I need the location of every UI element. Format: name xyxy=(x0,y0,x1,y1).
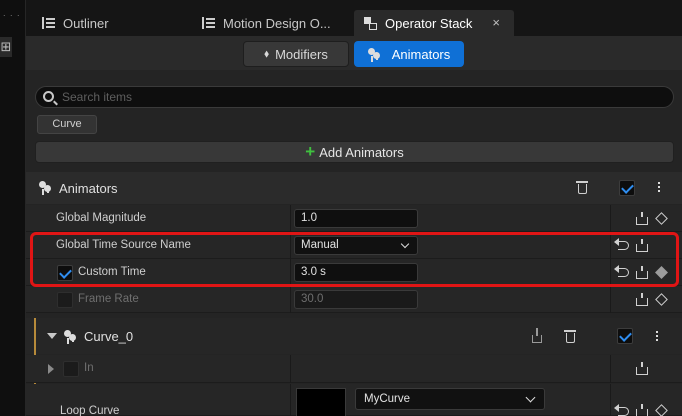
more-options-icon[interactable] xyxy=(656,331,658,333)
loop-curve-label: Loop Curve xyxy=(60,405,120,416)
add-animators-button[interactable]: + Add Animators xyxy=(35,141,674,163)
close-tab-icon[interactable]: × xyxy=(492,15,500,30)
keyframe-add-icon[interactable] xyxy=(636,212,648,225)
expand-arrow-icon[interactable] xyxy=(48,364,54,374)
frame-rate-checkbox[interactable] xyxy=(57,292,73,308)
animator-icon xyxy=(367,47,386,62)
delete-icon[interactable] xyxy=(564,330,576,343)
modifiers-label: Modifiers xyxy=(275,46,328,62)
tab-outliner[interactable]: Outliner xyxy=(32,10,182,36)
outliner-icon xyxy=(42,17,55,29)
grid-icon[interactable]: ⊞ xyxy=(0,37,12,57)
modifiers-button[interactable]: ⬧ Modifiers xyxy=(243,41,349,67)
in-label: In xyxy=(84,362,94,374)
more-options-icon[interactable] xyxy=(658,182,660,184)
frame-rate-field[interactable]: 30.0 xyxy=(294,290,418,309)
animator-icon xyxy=(64,329,82,344)
highlight-box xyxy=(30,232,679,287)
keyframe-diamond-icon[interactable] xyxy=(655,212,668,225)
operator-stack-icon xyxy=(364,17,377,30)
keyframe-diamond-icon[interactable] xyxy=(655,293,668,306)
frame-rate-label: Frame Rate xyxy=(78,293,139,305)
curve-asset-dropdown[interactable]: MyCurve xyxy=(355,388,545,410)
curve-section-title: Curve_0 xyxy=(84,329,134,344)
tab-outliner-label: Outliner xyxy=(63,15,109,31)
reset-to-default-icon[interactable] xyxy=(614,404,629,416)
animators-enabled-checkbox[interactable] xyxy=(619,180,635,196)
curve-enabled-checkbox[interactable] xyxy=(617,328,633,344)
delete-icon[interactable] xyxy=(576,181,588,194)
property-row-loop-curve: Loop Curve xyxy=(26,384,682,416)
search-input[interactable] xyxy=(62,88,642,106)
keyframe-diamond-icon[interactable] xyxy=(655,404,668,416)
animators-button[interactable]: Animators xyxy=(354,41,464,67)
global-magnitude-field[interactable]: 1.0 xyxy=(294,209,418,228)
search-icon xyxy=(43,91,54,102)
keyframe-add-icon[interactable] xyxy=(636,362,648,375)
add-animators-label: Add Animators xyxy=(319,144,404,160)
curve-asset-value: MyCurve xyxy=(364,393,411,405)
animators-section-header[interactable]: Animators xyxy=(26,172,682,204)
global-magnitude-label: Global Magnitude xyxy=(56,212,147,224)
curve-thumbnail[interactable] xyxy=(296,388,346,416)
filter-chip-curve[interactable]: Curve xyxy=(37,115,97,134)
curve-section-header[interactable]: Curve_0 xyxy=(26,318,682,354)
animator-icon xyxy=(39,180,57,195)
more-dots-icon: . . . xyxy=(3,8,21,18)
keyframe-add-icon[interactable] xyxy=(636,404,648,416)
tab-operator-stack[interactable]: Operator Stack × xyxy=(354,10,514,36)
animators-section-title: Animators xyxy=(59,181,118,196)
property-row-in: In xyxy=(26,355,682,383)
chevron-down-icon xyxy=(525,392,536,403)
left-edge-strip: . . . ⊞ xyxy=(0,0,26,416)
search-box xyxy=(35,86,674,108)
export-icon[interactable] xyxy=(532,328,542,343)
plus-icon: + xyxy=(305,142,316,161)
tab-bar: Outliner Motion Design O... Operator Sta… xyxy=(26,0,682,36)
property-row-frame-rate: Frame Rate 30.0 xyxy=(26,286,682,313)
collapse-arrow-icon[interactable] xyxy=(47,333,57,339)
in-checkbox[interactable] xyxy=(63,361,79,377)
property-row-global-magnitude: Global Magnitude 1.0 xyxy=(26,205,682,232)
tab-motion-design-label: Motion Design O... xyxy=(223,15,331,31)
keyframe-add-icon[interactable] xyxy=(636,293,648,306)
tab-operator-stack-label: Operator Stack xyxy=(385,15,473,31)
outliner-icon xyxy=(202,17,215,29)
tab-motion-design[interactable]: Motion Design O... xyxy=(192,10,352,36)
modifier-icon: ⬧ xyxy=(264,47,270,60)
animators-label: Animators xyxy=(391,46,451,62)
